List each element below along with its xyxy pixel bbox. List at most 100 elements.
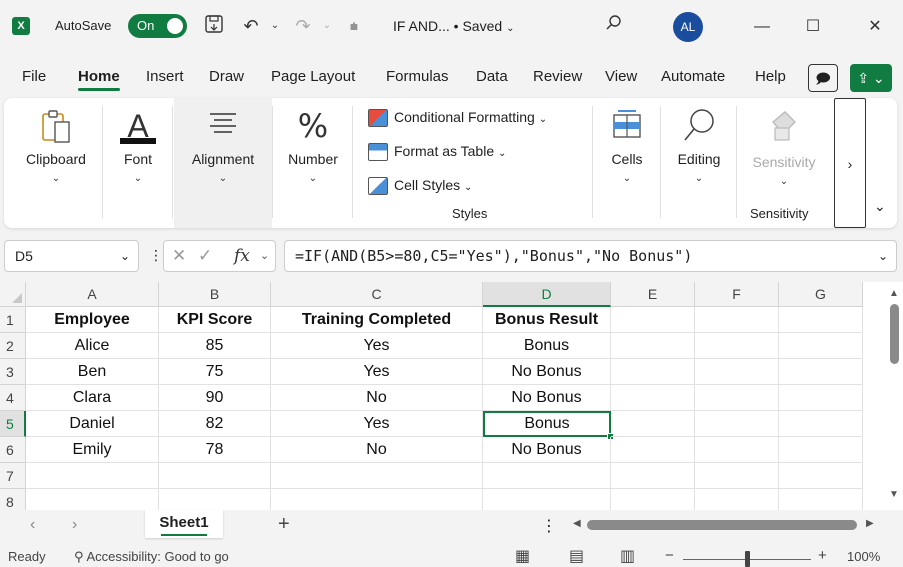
cell-d1[interactable]: Bonus Result	[483, 307, 611, 333]
more-options-icon[interactable]: ⋮	[149, 247, 163, 264]
cell-styles-button[interactable]: Cell Styles ⌄	[368, 177, 472, 196]
cell-a7[interactable]	[26, 463, 159, 489]
column-header-f[interactable]: F	[695, 282, 779, 307]
cell-a4[interactable]: Clara	[26, 385, 159, 411]
select-all-corner[interactable]	[0, 282, 26, 307]
cell-b8[interactable]	[159, 489, 271, 510]
zoom-out-icon[interactable]: −	[665, 547, 674, 564]
normal-view-icon[interactable]: ▦	[515, 546, 530, 566]
tab-review[interactable]: Review	[533, 68, 582, 85]
cell-d3[interactable]: No Bonus	[483, 359, 611, 385]
cell-g6[interactable]	[779, 437, 863, 463]
cell-c7[interactable]	[271, 463, 483, 489]
cell-e4[interactable]	[611, 385, 695, 411]
tab-home[interactable]: Home	[78, 68, 120, 91]
cell-b7[interactable]	[159, 463, 271, 489]
scroll-down-icon[interactable]: ▼	[889, 489, 899, 500]
enter-icon[interactable]: ✓	[198, 241, 212, 271]
cell-f7[interactable]	[695, 463, 779, 489]
cell-f3[interactable]	[695, 359, 779, 385]
tab-view[interactable]: View	[605, 68, 637, 85]
add-sheet-icon[interactable]: +	[278, 513, 290, 536]
tab-file[interactable]: File	[22, 68, 46, 85]
maximize-icon[interactable]: ☐	[798, 12, 828, 42]
prev-sheet-icon[interactable]: ‹	[30, 516, 35, 534]
row-header-5[interactable]: 5	[0, 411, 26, 437]
cell-d5[interactable]: Bonus	[483, 411, 611, 437]
cell-b1[interactable]: KPI Score	[159, 307, 271, 333]
cell-c6[interactable]: No	[271, 437, 483, 463]
comments-icon[interactable]: 🗩	[808, 64, 838, 92]
cell-g4[interactable]	[779, 385, 863, 411]
cell-e3[interactable]	[611, 359, 695, 385]
column-header-g[interactable]: G	[779, 282, 863, 307]
cell-e6[interactable]	[611, 437, 695, 463]
redo-icon[interactable]: ↷	[292, 14, 314, 38]
tab-automate[interactable]: Automate	[661, 68, 725, 85]
cell-e7[interactable]	[611, 463, 695, 489]
clipboard-button[interactable]: Clipboard ⌄	[10, 98, 102, 228]
tab-insert[interactable]: Insert	[146, 68, 184, 85]
share-icon[interactable]: ⇪ ⌄	[850, 64, 892, 92]
more-options-icon[interactable]: ⋮	[541, 516, 557, 536]
cell-d7[interactable]	[483, 463, 611, 489]
search-icon[interactable]	[603, 14, 625, 38]
cell-e5[interactable]	[611, 411, 695, 437]
zoom-in-icon[interactable]: +	[818, 547, 827, 564]
page-layout-view-icon[interactable]: ▤	[569, 546, 584, 566]
cell-b4[interactable]: 90	[159, 385, 271, 411]
cell-c5[interactable]: Yes	[271, 411, 483, 437]
format-as-table-button[interactable]: Format as Table ⌄	[368, 143, 506, 162]
cell-g2[interactable]	[779, 333, 863, 359]
cell-a3[interactable]: Ben	[26, 359, 159, 385]
sheet-tab-sheet1[interactable]: Sheet1	[145, 510, 223, 538]
formula-input[interactable]: =IF(AND(B5>=80,C5="Yes"),"Bonus","No Bon…	[284, 240, 897, 272]
tab-draw[interactable]: Draw	[209, 68, 244, 85]
document-title[interactable]: IF AND... • Saved ⌄	[393, 18, 514, 34]
tab-data[interactable]: Data	[476, 68, 508, 85]
editing-button[interactable]: Editing ⌄	[662, 98, 736, 228]
column-header-c[interactable]: C	[271, 282, 483, 307]
row-header-1[interactable]: 1	[0, 307, 26, 333]
conditional-formatting-button[interactable]: Conditional Formatting ⌄	[368, 109, 547, 128]
cell-c2[interactable]: Yes	[271, 333, 483, 359]
zoom-slider-knob[interactable]	[745, 551, 750, 567]
cell-b5[interactable]: 82	[159, 411, 271, 437]
tab-formulas[interactable]: Formulas	[386, 68, 449, 85]
cell-f6[interactable]	[695, 437, 779, 463]
close-icon[interactable]: ✕	[860, 12, 890, 42]
tab-help[interactable]: Help	[755, 68, 786, 85]
row-header-7[interactable]: 7	[0, 463, 26, 489]
customize-toolbar-icon[interactable]: ⩧	[343, 14, 365, 38]
undo-dropdown-icon[interactable]: ⌄	[264, 14, 286, 38]
column-header-b[interactable]: B	[159, 282, 271, 307]
scroll-left-icon[interactable]: ◀	[573, 518, 581, 529]
chevron-down-icon[interactable]: ⌄	[260, 241, 269, 271]
column-header-e[interactable]: E	[611, 282, 695, 307]
scroll-thumb[interactable]	[890, 304, 899, 364]
collapse-ribbon-icon[interactable]: ⌄	[874, 198, 886, 215]
accessibility-status[interactable]: ⚲ Accessibility: Good to go	[74, 549, 229, 565]
cell-a1[interactable]: Employee	[26, 307, 159, 333]
cell-a8[interactable]	[26, 489, 159, 510]
cell-c3[interactable]: Yes	[271, 359, 483, 385]
cell-g1[interactable]	[779, 307, 863, 333]
cell-g3[interactable]	[779, 359, 863, 385]
cell-e1[interactable]	[611, 307, 695, 333]
scroll-right-icon[interactable]: ▶	[866, 518, 874, 529]
redo-dropdown-icon[interactable]: ⌄	[316, 14, 338, 38]
page-break-view-icon[interactable]: ▥	[620, 546, 635, 566]
alignment-button[interactable]: Alignment ⌄	[174, 98, 272, 228]
cell-g5[interactable]	[779, 411, 863, 437]
cell-f1[interactable]	[695, 307, 779, 333]
row-header-6[interactable]: 6	[0, 437, 26, 463]
save-icon[interactable]	[203, 14, 225, 38]
column-header-d[interactable]: D	[483, 282, 611, 307]
column-header-a[interactable]: A	[26, 282, 159, 307]
cell-f4[interactable]	[695, 385, 779, 411]
chevron-right-icon[interactable]: ›	[834, 98, 866, 228]
autosave-toggle[interactable]: On	[128, 14, 187, 38]
cell-g7[interactable]	[779, 463, 863, 489]
cell-a6[interactable]: Emily	[26, 437, 159, 463]
cell-d2[interactable]: Bonus	[483, 333, 611, 359]
